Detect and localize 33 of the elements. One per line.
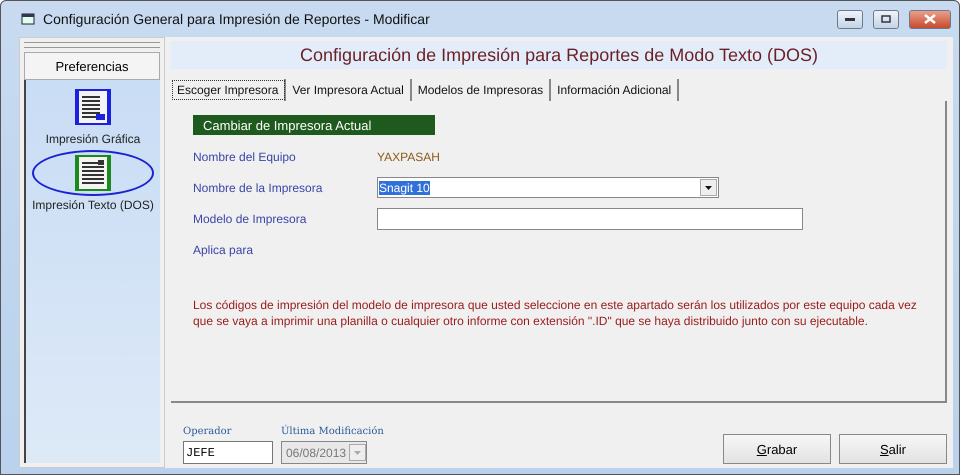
close-icon xyxy=(924,14,936,24)
printer-dropdown[interactable]: Snagit 10 xyxy=(377,177,719,198)
caret-icon xyxy=(705,186,712,190)
caret-icon xyxy=(354,450,361,454)
sidebar-header: Preferencias xyxy=(24,52,160,80)
tab[interactable]: Escoger Impresora xyxy=(171,79,286,101)
input-field[interactable]: JEFE xyxy=(183,441,273,464)
maximize-button[interactable] xyxy=(873,10,899,28)
note-text: Los códigos de impresión del modelo de impresora que usted seleccione en este apartado serán los utilizados por este equipo cada vez que se vaya a imprimir una planilla o cualquier otro informe con extensión ".ID" que se haya distribuido junto con su ejecutable. xyxy=(193,297,918,329)
field-label: Operador xyxy=(183,426,232,437)
field-label: Nombre del Equipo xyxy=(193,150,297,164)
sidebar-item-label: Impresión Gráfica xyxy=(46,132,140,146)
field-label: Modelo de Impresora xyxy=(193,212,308,226)
page-heading: Configuración de Impresión para Reportes de Modo Texto (DOS) xyxy=(171,41,947,69)
minimize-icon xyxy=(845,18,855,20)
field-value: YAXPASAH xyxy=(377,150,440,164)
dropdown-button[interactable] xyxy=(700,179,717,196)
input-field[interactable] xyxy=(377,208,803,230)
sidebar-item-label: Impresión Texto (DOS) xyxy=(32,198,154,212)
window-title: Configuración General para Impresión de Reportes - Modificar xyxy=(43,11,431,27)
app-icon xyxy=(21,13,35,25)
field-label: Nombre de la Impresora xyxy=(193,180,324,194)
document-icon xyxy=(74,88,112,126)
close-button[interactable] xyxy=(909,10,951,28)
section-title: Cambiar de Impresora Actual xyxy=(193,115,435,135)
document-icon xyxy=(74,154,112,192)
sidebar-item[interactable] xyxy=(32,150,154,196)
minimize-button[interactable] xyxy=(837,10,863,28)
action-button[interactable]: Grabar xyxy=(723,434,831,464)
maximize-icon xyxy=(881,15,891,23)
field-label: Aplica para xyxy=(193,242,254,256)
field-label: Última Modificación xyxy=(281,426,384,437)
action-button[interactable]: Salir xyxy=(839,434,947,464)
